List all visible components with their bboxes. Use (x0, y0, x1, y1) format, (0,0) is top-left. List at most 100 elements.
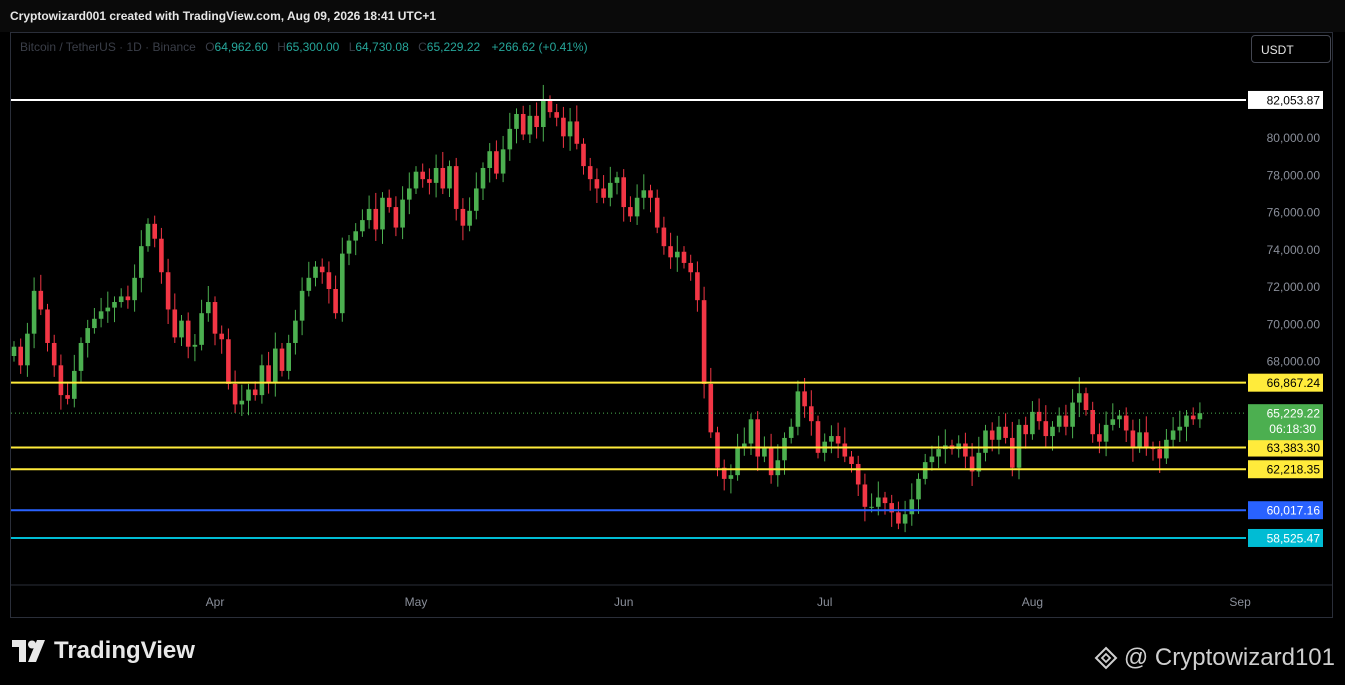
candle-body (849, 456, 854, 464)
candle-body (132, 277, 137, 301)
candle-body (520, 113, 526, 135)
candle-body (768, 447, 774, 476)
candle-body (835, 436, 841, 444)
candle-body (1164, 439, 1169, 459)
tradingview-brand: TradingView (54, 637, 195, 664)
time-tick-label: Apr (206, 595, 225, 609)
candle-body (1063, 415, 1069, 427)
candle-body (413, 171, 419, 189)
candle-body (58, 365, 64, 396)
candle-body (922, 462, 928, 479)
candle-body (1003, 426, 1008, 438)
candle-body (695, 272, 700, 301)
candle-body (1077, 393, 1082, 403)
candle-body (748, 419, 754, 444)
watermark: @ Cryptowizard101 (1094, 644, 1335, 672)
candle-body (165, 272, 171, 310)
legend-high-value: 65,300.00 (285, 40, 340, 54)
candle-body (273, 348, 278, 383)
candle-body (1023, 424, 1028, 435)
candle-body (112, 302, 117, 308)
candle-body (802, 391, 807, 407)
candle-body (1197, 413, 1203, 420)
candle-body (179, 320, 184, 338)
candle-body (574, 121, 580, 144)
candle-body (340, 253, 345, 314)
time-tick-label: Sep (1229, 595, 1251, 609)
tradingview-logo[interactable]: TradingView (12, 636, 195, 666)
candle-body (1097, 434, 1102, 442)
currency-button[interactable]: USDT (1251, 35, 1331, 63)
candle-body (621, 177, 626, 208)
candle-body (286, 342, 291, 371)
candle-body (755, 419, 760, 457)
candle-body (507, 128, 513, 150)
candle-body (855, 463, 861, 485)
candle-body (1103, 424, 1109, 442)
candle-body (427, 179, 432, 183)
candle-body (608, 182, 613, 198)
candle-body (447, 166, 452, 189)
candle-body (963, 443, 968, 457)
price-chart[interactable]: 80,000.00 78,000.00 76,000.00 74,000.00 72,0… (0, 0, 1345, 685)
candle-body (1050, 426, 1055, 437)
candle-body (989, 430, 995, 440)
candle-body (353, 231, 358, 241)
candle-body (896, 512, 901, 524)
candle-body (65, 395, 70, 399)
candle-body (279, 348, 285, 371)
candle-body (433, 167, 439, 183)
price-tick-label: 74,000.00 (1267, 243, 1321, 257)
candle-body (467, 210, 472, 226)
candle-body (212, 302, 218, 334)
candle-body (882, 497, 888, 504)
candle-body (795, 391, 801, 427)
candle-body (809, 406, 814, 422)
bar-countdown-label: 06:18:30 (1269, 422, 1316, 436)
candle-body (534, 115, 539, 128)
candle-body (654, 197, 660, 228)
level-price-label: 82,053.87 (1267, 93, 1321, 107)
candle-body (1070, 402, 1075, 427)
candle-body (1190, 415, 1196, 420)
candle-body (25, 333, 30, 366)
legend-close: C65,229.22 (418, 40, 480, 54)
candle-body (219, 333, 224, 340)
candle-body (1056, 415, 1062, 427)
candle-body (118, 296, 124, 303)
candle-body (360, 220, 365, 232)
candle-body (715, 432, 720, 468)
candle-body (902, 514, 908, 524)
candle-body (996, 426, 1002, 440)
candle-body (735, 447, 740, 476)
candle-body (386, 197, 392, 208)
candle-body (782, 437, 787, 461)
candle-body (688, 262, 693, 273)
candle-body (206, 302, 211, 314)
candle-body (494, 151, 499, 174)
candle-body (1184, 415, 1189, 427)
candle-body (762, 447, 767, 457)
time-tick-label: Aug (1022, 595, 1043, 609)
price-tick-label: 78,000.00 (1267, 168, 1321, 182)
candle-body (1117, 415, 1122, 420)
candle-body (460, 208, 466, 226)
candle-body (266, 365, 271, 383)
candle-body (775, 460, 781, 476)
legend-change: +266.62 (+0.41%) (491, 40, 588, 54)
candle-body (628, 207, 633, 217)
candle-body (487, 151, 492, 168)
candle-body (18, 346, 23, 366)
candle-body (554, 112, 559, 118)
candle-body (594, 179, 600, 189)
candle-body (1130, 430, 1136, 448)
candle-body (319, 266, 325, 273)
candle-body (1016, 424, 1022, 468)
candle-body (192, 344, 198, 347)
level-price-label: 60,017.16 (1267, 504, 1321, 518)
candle-body (634, 197, 640, 217)
candle-body (581, 143, 586, 167)
legend-close-label: C (418, 40, 427, 54)
level-price-label: 62,218.35 (1267, 463, 1321, 477)
candle-body (152, 223, 157, 239)
